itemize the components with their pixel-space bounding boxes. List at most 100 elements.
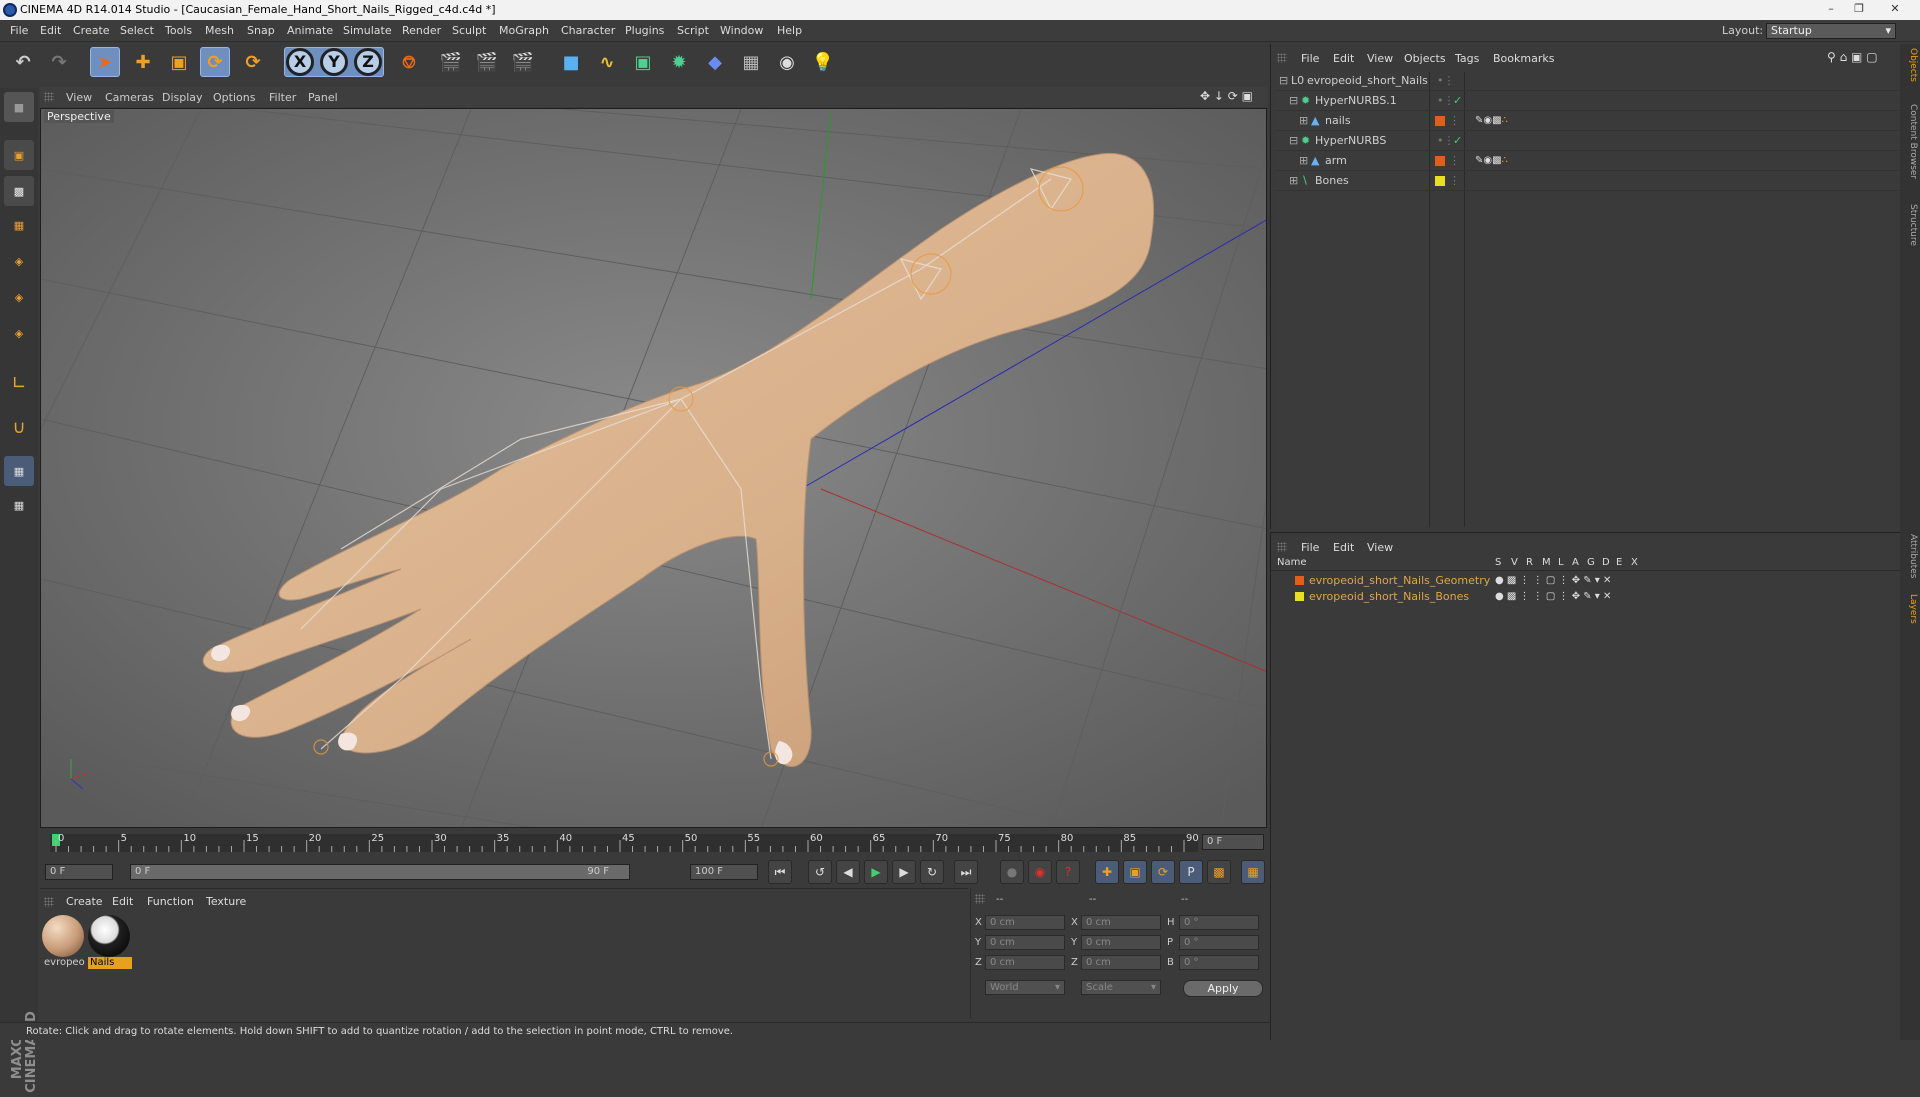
tab-content-browser[interactable]: Content Browser <box>1902 104 1918 179</box>
menu-window[interactable]: Window <box>720 24 763 37</box>
move-icon[interactable]: ✚ <box>128 47 158 77</box>
check-icon[interactable]: ✓ <box>1453 132 1462 150</box>
viewport-nav-icons[interactable]: ✥ ↓ ⟳ ▣ <box>1200 89 1253 103</box>
visibility-dots-icon[interactable]: •⋮ <box>1437 132 1455 150</box>
visibility-dots-icon[interactable]: ⋮ <box>1449 112 1460 130</box>
lock-workplane-icon[interactable]: ▦ <box>4 490 34 520</box>
tab-attributes[interactable]: Attributes <box>1902 534 1918 578</box>
minimize-icon[interactable]: – <box>1818 1 1844 17</box>
timeline-window-icon[interactable]: ▦ <box>1241 860 1265 884</box>
previous-key-button[interactable]: ↺ <box>808 860 832 884</box>
menu-script[interactable]: Script <box>677 24 709 37</box>
vp-menu-panel[interactable]: Panel <box>308 91 338 104</box>
texture-mode-icon[interactable]: ▩ <box>4 176 34 206</box>
model-mode-icon[interactable]: ▣ <box>4 140 34 170</box>
drag-handle[interactable] <box>975 894 985 904</box>
polygons-mode-icon[interactable]: ◈ <box>4 318 34 348</box>
layer-color-swatch[interactable] <box>1295 592 1304 601</box>
menu-mesh[interactable]: Mesh <box>205 24 234 37</box>
rotation-h-field[interactable]: 0 ° <box>1179 915 1259 930</box>
menu-mograph[interactable]: MoGraph <box>499 24 549 37</box>
menu-help[interactable]: Help <box>777 24 802 37</box>
magnet-icon[interactable]: ∪ <box>4 412 34 442</box>
obj-menu-bookmarks[interactable]: Bookmarks <box>1493 52 1554 65</box>
menu-sculpt[interactable]: Sculpt <box>452 24 486 37</box>
obj-search-home-icons[interactable]: ⚲ ⌂ ▣ ▢ <box>1827 50 1878 64</box>
redo-icon[interactable]: ↷ <box>44 47 74 77</box>
snap-icon[interactable]: ▦ <box>4 456 34 486</box>
layer-menu-view[interactable]: View <box>1367 541 1393 554</box>
render-settings-icon[interactable]: 🎬 <box>508 47 538 77</box>
preview-range-slider[interactable]: 0 F 90 F <box>130 864 630 880</box>
layer-color-swatch[interactable] <box>1295 576 1304 585</box>
drag-handle[interactable] <box>1277 542 1287 552</box>
vp-menu-cameras[interactable]: Cameras <box>105 91 154 104</box>
tag-icons[interactable]: ✎◉▩∴ <box>1475 152 1508 170</box>
vp-menu-options[interactable]: Options <box>213 91 255 104</box>
live-selection-icon[interactable]: ➤ <box>90 47 120 77</box>
visibility-dots-icon[interactable]: ⋮ <box>1449 172 1460 190</box>
obj-menu-view[interactable]: View <box>1367 52 1393 65</box>
rotation-p-field[interactable]: 0 ° <box>1179 935 1259 950</box>
camera-icon[interactable]: ◉ <box>772 47 802 77</box>
obj-menu-objects[interactable]: Objects <box>1404 52 1446 65</box>
axis-mode-icon[interactable]: ∟ <box>4 368 34 398</box>
viewport-perspective[interactable]: Perspective <box>40 108 1267 828</box>
layer-row[interactable]: evropeoid_short_Nails_Geometry ● ▩ ⋮ ⋮ ▢… <box>1275 573 1895 588</box>
tag-icons[interactable]: ✎◉▩∴ <box>1475 112 1508 130</box>
light-icon[interactable]: 💡 <box>808 47 838 77</box>
deformer-icon[interactable]: ◆ <box>700 47 730 77</box>
menu-animate[interactable]: Animate <box>287 24 333 37</box>
array-icon[interactable]: ✹ <box>664 47 694 77</box>
visibility-dots-icon[interactable]: •⋮ <box>1437 72 1455 90</box>
drag-handle[interactable] <box>44 92 54 102</box>
autokey-icon[interactable]: ◉ <box>1028 860 1052 884</box>
size-y-field[interactable]: 0 cm <box>1081 935 1161 950</box>
position-y-field[interactable]: 0 cm <box>985 935 1065 950</box>
go-to-start-button[interactable]: ⏮ <box>768 860 792 884</box>
material-swatch[interactable]: evropeo <box>42 915 86 971</box>
drag-handle[interactable] <box>44 897 54 907</box>
points-mode-icon[interactable]: ◈ <box>4 246 34 276</box>
menu-select[interactable]: Select <box>120 24 154 37</box>
layer-row[interactable]: evropeoid_short_Nails_Bones ● ▩ ⋮ ⋮ ▢ ⋮ … <box>1275 589 1895 604</box>
record-keys-icon[interactable]: ● <box>1000 860 1024 884</box>
previous-frame-button[interactable]: ◀ <box>836 860 860 884</box>
layer-toggle-icons[interactable]: ● ▩ ⋮ ⋮ ▢ ⋮ ✥ ✎ ▾ ✕ <box>1495 573 1611 588</box>
rotation-b-field[interactable]: 0 ° <box>1179 955 1259 970</box>
end-frame-field[interactable]: 100 F <box>690 864 758 880</box>
cube-object-icon[interactable]: ■ <box>556 47 586 77</box>
spline-icon[interactable]: ∿ <box>592 47 622 77</box>
mat-menu-texture[interactable]: Texture <box>206 895 246 908</box>
next-frame-button[interactable]: ▶ <box>892 860 916 884</box>
z-axis-icon[interactable]: Z <box>354 48 382 76</box>
undo-icon[interactable]: ↶ <box>8 47 38 77</box>
go-to-end-button[interactable]: ⏭ <box>954 860 978 884</box>
menu-file[interactable]: File <box>10 24 28 37</box>
vp-menu-filter[interactable]: Filter <box>269 91 296 104</box>
object-row[interactable]: ⊟ ✹ HyperNURBS.1 •⋮ ✓ <box>1275 92 1901 111</box>
next-key-button[interactable]: ↻ <box>920 860 944 884</box>
position-x-field[interactable]: 0 cm <box>985 915 1065 930</box>
visibility-dots-icon[interactable]: ⋮ <box>1449 152 1460 170</box>
obj-menu-tags[interactable]: Tags <box>1455 52 1479 65</box>
visibility-dots-icon[interactable]: •⋮ <box>1437 92 1455 110</box>
position-z-field[interactable]: 0 cm <box>985 955 1065 970</box>
rotate-icon[interactable]: ⟳ <box>200 47 230 77</box>
layer-toggle-icons[interactable]: ● ▩ ⋮ ⋮ ▢ ⋮ ✥ ✎ ▾ ✕ <box>1495 589 1611 604</box>
menu-create[interactable]: Create <box>73 24 110 37</box>
menu-tools[interactable]: Tools <box>165 24 192 37</box>
object-row[interactable]: ⊟ ✹ HyperNURBS •⋮ ✓ <box>1275 132 1901 151</box>
tab-structure[interactable]: Structure <box>1902 204 1918 246</box>
restore-icon[interactable]: ❐ <box>1846 1 1872 17</box>
menu-plugins[interactable]: Plugins <box>625 24 664 37</box>
menu-simulate[interactable]: Simulate <box>343 24 392 37</box>
scale-icon[interactable]: ▣ <box>164 47 194 77</box>
play-button[interactable]: ▶ <box>864 860 888 884</box>
mat-menu-function[interactable]: Function <box>147 895 194 908</box>
keyframe-selection-icon[interactable]: ? <box>1056 860 1080 884</box>
layer-menu-edit[interactable]: Edit <box>1333 541 1354 554</box>
current-frame-field[interactable]: 0 F <box>1202 834 1264 850</box>
size-z-field[interactable]: 0 cm <box>1081 955 1161 970</box>
recent-tool-icon[interactable]: ⟳ <box>238 47 268 77</box>
